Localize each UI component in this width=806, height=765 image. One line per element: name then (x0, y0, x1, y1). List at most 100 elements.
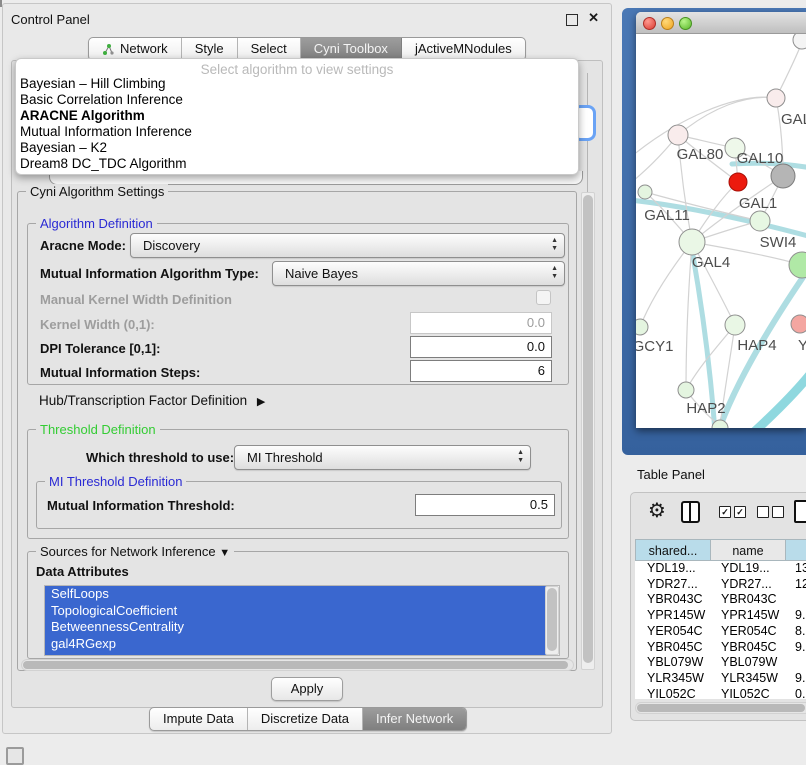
settings-vertical-scrollbar[interactable] (581, 192, 595, 670)
list-item[interactable]: TopologicalCoefficient (45, 603, 547, 620)
node-gal1[interactable] (750, 211, 770, 231)
node-label: SWI4 (760, 234, 797, 251)
algorithm-popup: Select algorithm to view settings Bayesi… (15, 58, 579, 175)
settings-horizontal-scrollbar[interactable] (21, 659, 574, 671)
unchecked-checkbox-icon[interactable] (757, 506, 769, 518)
popup-placeholder: Select algorithm to view settings (16, 62, 578, 77)
column-layout-icon[interactable] (681, 501, 700, 523)
column-header-shared-name[interactable]: shared... (635, 539, 710, 561)
close-icon[interactable]: ✕ (588, 10, 599, 26)
unchecked-checkbox-icon[interactable] (772, 506, 784, 518)
popup-item[interactable]: Mutual Information Inference (20, 124, 192, 140)
network-graph: GAL GAL80 GAL10 GAL11 GAL1 SWI4 GAL4 GCY… (636, 34, 806, 428)
mi-type-select[interactable]: Naive Bayes ▲▼ (272, 261, 565, 286)
column-header-partial[interactable] (785, 539, 806, 561)
apply-button[interactable]: Apply (271, 677, 343, 701)
aracne-mode-select[interactable]: Discovery ▲▼ (130, 233, 565, 258)
table-horizontal-scrollbar[interactable] (635, 702, 806, 714)
which-threshold-label: Which threshold to use: (86, 450, 234, 465)
network-window-titlebar[interactable] (636, 12, 806, 34)
float-window-icon[interactable] (566, 14, 578, 26)
zoom-traffic-light-icon[interactable] (679, 17, 692, 30)
list-item[interactable]: BetweennessCentrality (45, 619, 547, 636)
node-label: GCY1 (636, 338, 673, 355)
node-label: HAP2 (686, 400, 725, 417)
node-swi4[interactable] (789, 252, 806, 278)
close-traffic-light-icon[interactable] (643, 17, 656, 30)
popup-item[interactable]: Dream8 DC_TDC Algorithm (20, 156, 187, 172)
settings-group-title: Cyni Algorithm Settings (26, 184, 168, 199)
control-panel: Control Panel ✕ Network Style Select Cyn… (2, 3, 612, 734)
collapsed-arrow-icon: ▶ (257, 396, 265, 408)
mi-threshold-label: Mutual Information Threshold: (47, 498, 235, 513)
tab-cyni-toolbox[interactable]: Cyni Toolbox (301, 38, 402, 60)
column-header-name[interactable]: name (710, 539, 785, 561)
table-row[interactable]: YBR045CYBR045C9. (635, 640, 806, 656)
which-threshold-select[interactable]: MI Threshold ▲▼ (234, 445, 531, 470)
kernel-width-input[interactable]: 0.0 (410, 312, 552, 334)
tab-impute-data[interactable]: Impute Data (150, 708, 248, 730)
algorithm-definition-group: Algorithm Definition Aracne Mode: Discov… (27, 223, 569, 385)
node-gray[interactable] (771, 164, 795, 188)
table-row[interactable]: YIL052CYIL052C0. (635, 687, 806, 703)
table-row[interactable]: YDR27...YDR27...12 (635, 577, 806, 593)
node-hap4[interactable] (725, 315, 745, 335)
threshold-definition-title: Threshold Definition (36, 422, 160, 437)
threshold-definition-group: Threshold Definition Which threshold to … (27, 429, 569, 539)
sources-group: Sources for Network Inference ▼ Data Att… (27, 551, 569, 659)
network-window[interactable]: GAL GAL80 GAL10 GAL11 GAL1 SWI4 GAL4 GCY… (636, 12, 806, 428)
data-attributes-label: Data Attributes (36, 564, 129, 579)
gear-icon[interactable]: ⚙ (648, 498, 666, 522)
manual-kernel-label: Manual Kernel Width Definition (40, 292, 232, 307)
list-item[interactable]: SelfLoops (45, 586, 547, 603)
minimized-panel-icon[interactable] (6, 747, 24, 765)
node-gal4[interactable] (679, 229, 705, 255)
page-icon[interactable] (794, 500, 806, 523)
algorithm-definition-title: Algorithm Definition (36, 216, 157, 231)
minimize-traffic-light-icon[interactable] (661, 17, 674, 30)
node-label: Y (798, 337, 806, 354)
mi-steps-input[interactable]: 6 (410, 360, 552, 382)
mi-threshold-group: MI Threshold Definition Mutual Informati… (36, 481, 562, 529)
mi-type-label: Mutual Information Algorithm Type: (40, 266, 259, 281)
table-panel: ⚙ ✓ ✓ shared... name YDL19...YDL19...13 … (630, 492, 806, 721)
popup-item[interactable]: Basic Correlation Inference (20, 92, 183, 108)
node-salmon[interactable] (791, 315, 806, 333)
checked-checkbox-icon[interactable]: ✓ (719, 506, 731, 518)
node-gal80[interactable] (668, 125, 688, 145)
node-gal-partial[interactable] (767, 89, 785, 107)
popup-item-highlighted[interactable]: ARACNE Algorithm (20, 108, 145, 124)
checked-checkbox-icon[interactable]: ✓ (734, 506, 746, 518)
dpi-tolerance-input[interactable]: 0.0 (410, 336, 552, 358)
table-row[interactable]: YDL19...YDL19...13 (635, 561, 806, 577)
mi-threshold-input[interactable]: 0.5 (415, 494, 555, 516)
table-row[interactable]: YBL079WYBL079W (635, 655, 806, 671)
sources-title[interactable]: Sources for Network Inference ▼ (36, 544, 234, 559)
attribute-list-scrollbar[interactable] (545, 586, 559, 655)
tab-infer-network[interactable]: Infer Network (363, 708, 466, 730)
node-unlabeled[interactable] (793, 34, 806, 49)
tab-discretize-data[interactable]: Discretize Data (248, 708, 363, 730)
popup-item[interactable]: Bayesian – Hill Climbing (20, 76, 166, 92)
hub-definition-toggle[interactable]: Hub/Transcription Factor Definition ▶ (39, 393, 265, 408)
tab-jactivemnodules[interactable]: jActiveMNodules (402, 38, 525, 60)
table-row[interactable]: YBR043CYBR043C (635, 592, 806, 608)
table-row[interactable]: YER054CYER054C8. (635, 624, 806, 640)
table-row[interactable]: YLR345WYLR345W9. (635, 671, 806, 687)
tab-network[interactable]: Network (89, 38, 182, 60)
manual-kernel-checkbox[interactable] (536, 290, 551, 305)
node-selected-red[interactable] (729, 173, 747, 191)
tab-select[interactable]: Select (238, 38, 301, 60)
combo-arrows-icon: ▲▼ (551, 237, 558, 253)
network-canvas[interactable]: GAL GAL80 GAL10 GAL11 GAL1 SWI4 GAL4 GCY… (636, 34, 806, 428)
table-header-row: shared... name (635, 539, 806, 561)
popup-item[interactable]: Bayesian – K2 (20, 140, 107, 156)
node-hap2[interactable] (678, 382, 694, 398)
node-gal11[interactable] (638, 185, 652, 199)
tab-style[interactable]: Style (182, 38, 238, 60)
table-panel-header: Table Panel (622, 460, 806, 488)
list-item[interactable]: gal4RGexp (45, 636, 547, 653)
node-gcy1[interactable] (636, 319, 648, 335)
table-row[interactable]: YPR145WYPR145W9. (635, 608, 806, 624)
attribute-list[interactable]: SelfLoops TopologicalCoefficient Between… (44, 585, 560, 656)
